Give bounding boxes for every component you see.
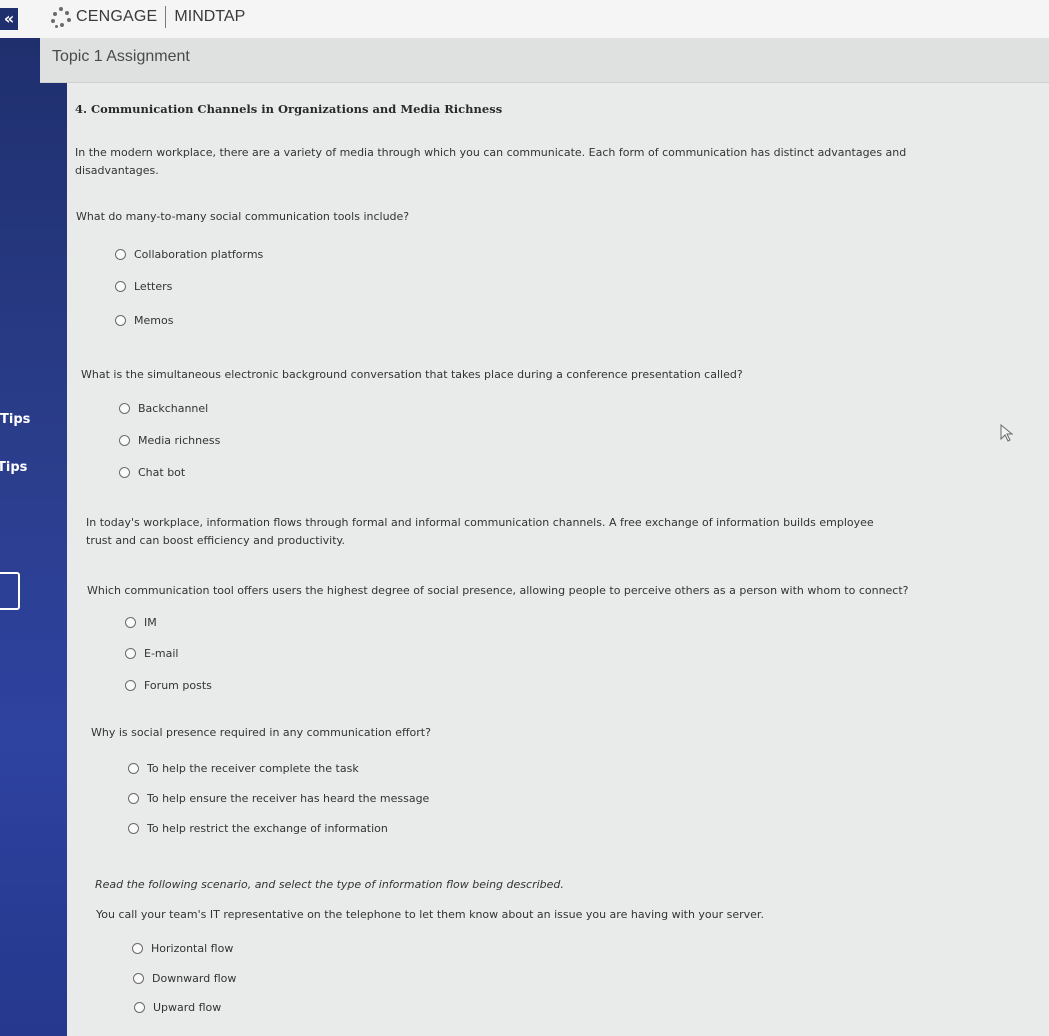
radio-button[interactable] xyxy=(125,648,136,659)
question-1: What do many-to-many social communicatio… xyxy=(76,210,410,223)
radio-button[interactable] xyxy=(125,617,136,628)
left-sidebar: Tips Tips xyxy=(0,38,67,1036)
q3-option-1[interactable]: IM xyxy=(125,616,157,629)
radio-button[interactable] xyxy=(132,943,143,954)
sidebar-panel-icon[interactable] xyxy=(0,572,20,610)
question-4: Why is social presence required in any c… xyxy=(91,726,431,739)
radio-button[interactable] xyxy=(115,249,126,260)
sidebar-tips-2[interactable]: Tips xyxy=(0,460,27,475)
radio-button[interactable] xyxy=(128,823,139,834)
collapse-sidebar-button[interactable]: « xyxy=(0,8,18,30)
question-3: Which communication tool offers users th… xyxy=(87,584,909,597)
q5-option-3[interactable]: Upward flow xyxy=(134,1001,221,1014)
question-5: You call your team's IT representative o… xyxy=(96,908,764,921)
q3-option-2[interactable]: E-mail xyxy=(125,647,179,660)
radio-button[interactable] xyxy=(134,1002,145,1013)
question-content: 4. Communication Channels in Organizatio… xyxy=(67,82,1049,1036)
q4-option-3[interactable]: To help restrict the exchange of informa… xyxy=(128,822,388,835)
radio-button[interactable] xyxy=(119,435,130,446)
radio-button[interactable] xyxy=(133,973,144,984)
question-2: What is the simultaneous electronic back… xyxy=(81,368,743,381)
radio-button[interactable] xyxy=(119,403,130,414)
q3-option-3[interactable]: Forum posts xyxy=(125,679,212,692)
info-paragraph: In today's workplace, information flows … xyxy=(86,516,874,547)
question-title: 4. Communication Channels in Organizatio… xyxy=(75,102,503,116)
q1-option-2[interactable]: Letters xyxy=(115,280,172,293)
product-name: MINDTAP xyxy=(174,8,246,25)
radio-button[interactable] xyxy=(125,680,136,691)
radio-button[interactable] xyxy=(119,467,130,478)
top-bar: « CENGAGE MINDTAP xyxy=(0,0,1049,39)
q2-option-3[interactable]: Chat bot xyxy=(119,466,185,479)
q2-option-1[interactable]: Backchannel xyxy=(119,402,208,415)
sidebar-tips-1[interactable]: Tips xyxy=(0,412,30,427)
q1-option-1[interactable]: Collaboration platforms xyxy=(115,248,263,261)
assignment-title: Topic 1 Assignment xyxy=(52,48,190,65)
assignment-header: Topic 1 Assignment xyxy=(40,38,1049,83)
radio-button[interactable] xyxy=(128,793,139,804)
q4-option-2[interactable]: To help ensure the receiver has heard th… xyxy=(128,792,429,805)
cengage-logo-icon xyxy=(50,6,72,28)
radio-button[interactable] xyxy=(115,281,126,292)
q5-option-1[interactable]: Horizontal flow xyxy=(132,942,233,955)
q4-option-1[interactable]: To help the receiver complete the task xyxy=(128,762,359,775)
brand-name: CENGAGE xyxy=(76,8,158,25)
mouse-cursor-icon xyxy=(1000,424,1014,442)
q5-option-2[interactable]: Downward flow xyxy=(133,972,236,985)
radio-button[interactable] xyxy=(115,315,126,326)
brand[interactable]: CENGAGE MINDTAP xyxy=(50,6,245,28)
scenario-instruction: Read the following scenario, and select … xyxy=(95,878,564,891)
radio-button[interactable] xyxy=(128,763,139,774)
q2-option-2[interactable]: Media richness xyxy=(119,434,220,447)
q1-option-3[interactable]: Memos xyxy=(115,314,173,327)
intro-paragraph: In the modern workplace, there are a var… xyxy=(75,146,907,177)
brand-separator xyxy=(165,6,167,28)
